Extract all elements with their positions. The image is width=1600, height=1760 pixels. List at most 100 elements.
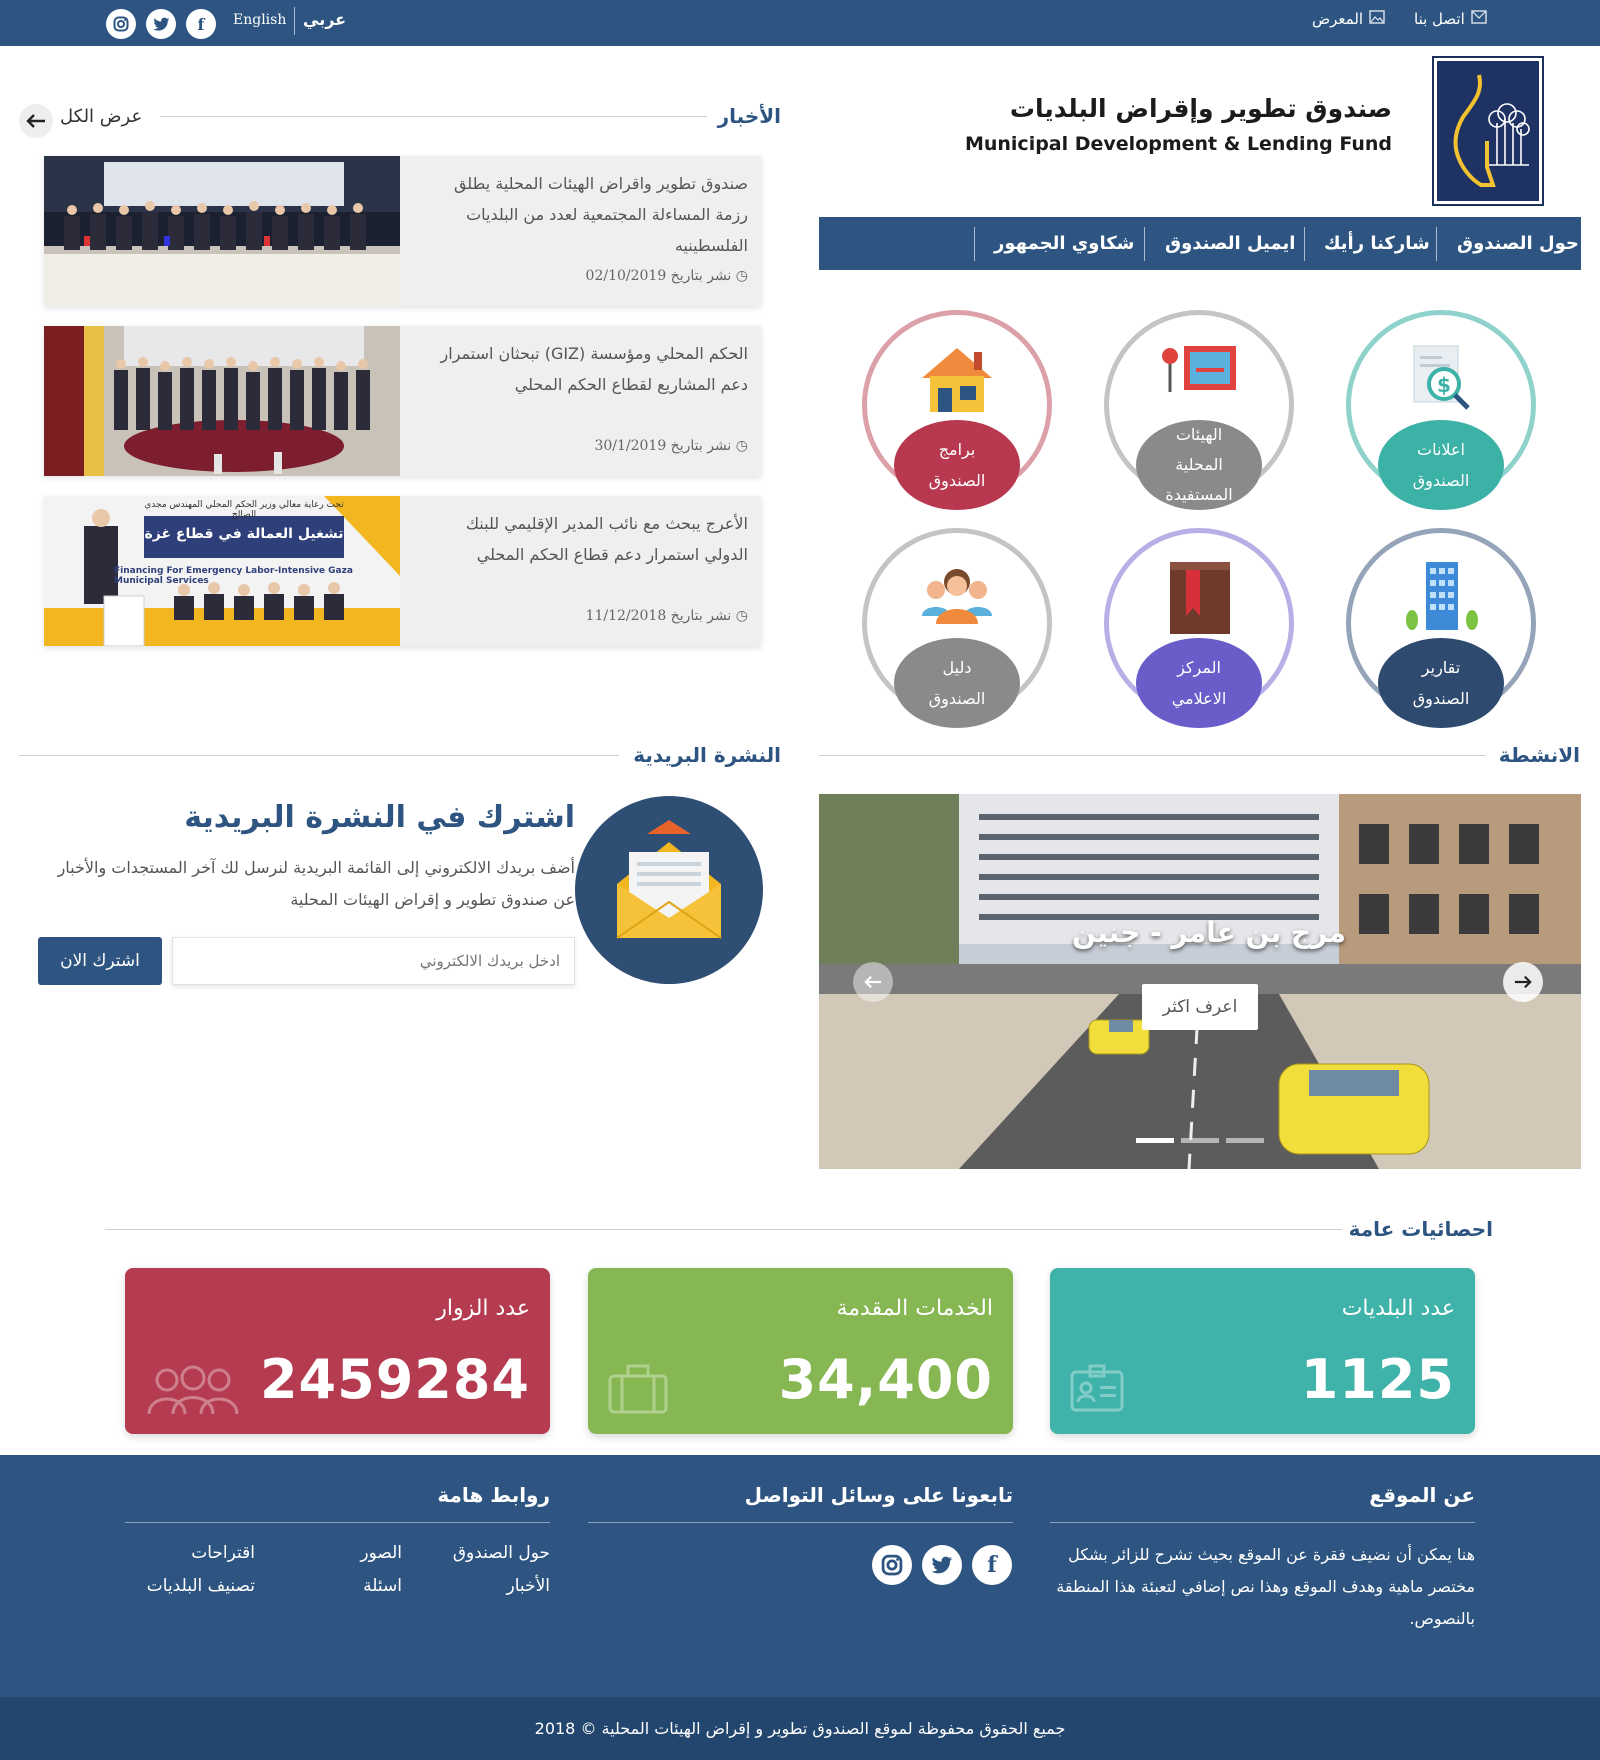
nav-item-complaints[interactable]: شكاوي الجمهور — [994, 217, 1134, 270]
stat-value: 2459284 — [259, 1348, 530, 1411]
news-image[interactable] — [44, 326, 400, 476]
gallery-link[interactable]: المعرض — [1312, 10, 1385, 28]
newsletter-email-input[interactable] — [172, 937, 575, 985]
service-label: برامج — [938, 440, 976, 459]
footer-about-title: عن الموقع — [1369, 1483, 1475, 1507]
twitter-icon[interactable] — [922, 1545, 962, 1585]
service-badge: اعلانات الصندوق — [1378, 420, 1504, 510]
gallery-icon — [1369, 10, 1385, 28]
book-icon — [1156, 560, 1242, 644]
footer-divider — [1050, 1522, 1475, 1523]
nav-divider — [1436, 227, 1437, 261]
lang-arabic-link[interactable]: عربي — [303, 10, 346, 29]
ad-search-icon: $ — [1398, 342, 1484, 426]
news-card[interactable]: الحكم المحلي ومؤسسة (GIZ) تبحثان استمرار… — [44, 326, 761, 476]
contact-link[interactable]: اتصل بنا — [1414, 10, 1487, 28]
logo[interactable] — [1432, 56, 1544, 206]
people-icon — [914, 560, 1000, 644]
gallery-label: المعرض — [1312, 10, 1364, 28]
arrow-left-icon[interactable] — [853, 962, 893, 1002]
activities-divider — [819, 755, 1486, 756]
svg-text:$: $ — [1437, 373, 1451, 397]
service-media-center[interactable]: المركز الاعلامي — [1104, 528, 1294, 728]
top-bar: f English عربي المعرض اتصل بنا — [0, 0, 1600, 46]
service-label: الصندوق — [928, 689, 986, 708]
instagram-icon[interactable] — [872, 1545, 912, 1585]
instagram-icon[interactable] — [106, 9, 136, 39]
footer-social-title: تابعونا على وسائل التواصل — [744, 1483, 1013, 1507]
stat-value: 34,400 — [778, 1348, 993, 1411]
footer-link-classification[interactable]: تصنيف البلديات — [125, 1576, 255, 1596]
nav-divider — [1304, 227, 1305, 261]
slide-caption: مرج بن عامر - جنين — [1072, 916, 1346, 949]
news-card[interactable]: صندوق تطوير واقراض الهيئات المحلية يطلق … — [44, 156, 761, 306]
news-image[interactable]: تحت رعاية معالي وزير الحكم المحلي المهند… — [44, 496, 400, 646]
service-ads[interactable]: $ اعلانات الصندوق — [1346, 310, 1536, 510]
envelope-icon — [575, 796, 763, 984]
footer-about-text: هنا يمكن أن نضيف فقرة عن الموقع بحيث تشر… — [1056, 1545, 1475, 1628]
slider-dot[interactable] — [1181, 1138, 1219, 1143]
news-headline[interactable]: الحكم المحلي ومؤسسة (GIZ) تبحثان استمرار… — [418, 338, 748, 400]
briefcase-icon — [608, 1364, 668, 1418]
lang-english-link[interactable]: English — [233, 12, 286, 28]
service-badge: الهيئات المحلية المستفيدة — [1136, 420, 1262, 510]
news-date: ◷ نشر بتاريخ 30/1/2019 — [418, 438, 748, 454]
facebook-icon[interactable]: f — [186, 9, 216, 39]
site-title-arabic: صندوق تطوير وإقراض البلديات — [1009, 94, 1392, 123]
twitter-icon[interactable] — [146, 9, 176, 39]
news-headline[interactable]: الأعرج يبحث مع نائب المدير الإقليمي للبن… — [418, 508, 748, 570]
stat-label: الخدمات المقدمة — [836, 1296, 993, 1321]
stat-value: 1125 — [1300, 1348, 1455, 1411]
service-programs[interactable]: برامج الصندوق — [862, 310, 1052, 510]
news-image-heading: تشغيل العمالة في قطاع غزة — [144, 526, 344, 542]
service-directory[interactable]: دليل الصندوق — [862, 528, 1052, 728]
service-badge: دليل الصندوق — [894, 638, 1020, 728]
service-badge: برامج الصندوق — [894, 420, 1020, 510]
stat-card-services: الخدمات المقدمة 34,400 — [588, 1268, 1013, 1434]
arrow-left-icon[interactable] — [19, 104, 53, 138]
footer-link-suggestions[interactable]: اقتراحات — [125, 1543, 255, 1563]
service-badge: تقارير الصندوق — [1378, 638, 1504, 728]
footer-link-news[interactable]: الأخبار — [420, 1576, 550, 1596]
news-date-text: نشر بتاريخ 02/10/2019 — [585, 268, 732, 284]
service-label: الصندوق — [928, 471, 986, 490]
site-title-english: Municipal Development & Lending Fund — [964, 133, 1392, 155]
nav-item-email[interactable]: ايميل الصندوق — [1165, 217, 1295, 270]
nav-divider — [1144, 227, 1145, 261]
footer-divider — [125, 1522, 550, 1523]
service-label: اعلانات — [1417, 440, 1465, 459]
nav-item-feedback[interactable]: شاركنا رأيك — [1324, 217, 1430, 270]
building-icon — [1398, 560, 1484, 644]
service-label: الصندوق — [1412, 471, 1470, 490]
service-beneficiary-bodies[interactable]: الهيئات المحلية المستفيدة — [1104, 310, 1294, 510]
service-label: الهيئات — [1175, 425, 1223, 444]
news-card[interactable]: تحت رعاية معالي وزير الحكم المحلي المهند… — [44, 496, 761, 646]
subscribe-button[interactable]: اشترك الان — [38, 937, 162, 985]
service-reports[interactable]: تقارير الصندوق — [1346, 528, 1536, 728]
news-headline[interactable]: صندوق تطوير واقراض الهيئات المحلية يطلق … — [418, 168, 748, 261]
slider-dot[interactable] — [1136, 1138, 1174, 1143]
learn-more-button[interactable]: اعرف اكثر — [1142, 984, 1258, 1030]
nav-item-about[interactable]: حول الصندوق — [1457, 217, 1579, 270]
footer-link-photos[interactable]: الصور — [290, 1543, 402, 1563]
footer-link-faq[interactable]: اسئلة — [290, 1576, 402, 1596]
stats-divider — [105, 1229, 1342, 1230]
clock-icon: ◷ — [735, 608, 748, 624]
news-divider — [160, 116, 707, 117]
bulletin-board-icon — [1156, 342, 1242, 426]
footer-divider — [588, 1522, 1013, 1523]
newsletter-divider — [19, 755, 619, 756]
service-badge: المركز الاعلامي — [1136, 638, 1262, 728]
arrow-right-icon[interactable] — [1503, 962, 1543, 1002]
facebook-icon[interactable]: f — [972, 1545, 1012, 1585]
footer-link-about[interactable]: حول الصندوق — [420, 1543, 550, 1563]
slider-dot[interactable] — [1226, 1138, 1264, 1143]
service-label: دليل — [942, 658, 972, 677]
news-date: ◷ نشر بتاريخ 11/12/2018 — [418, 608, 748, 624]
service-label: تقارير — [1421, 658, 1461, 677]
news-image[interactable] — [44, 156, 400, 306]
activities-slider[interactable]: مرج بن عامر - جنين اعرف اكثر — [819, 794, 1581, 1169]
clock-icon: ◷ — [735, 268, 748, 284]
news-date: ◷ نشر بتاريخ 02/10/2019 — [418, 268, 748, 284]
view-all-link[interactable]: عرض الكل — [60, 106, 142, 127]
